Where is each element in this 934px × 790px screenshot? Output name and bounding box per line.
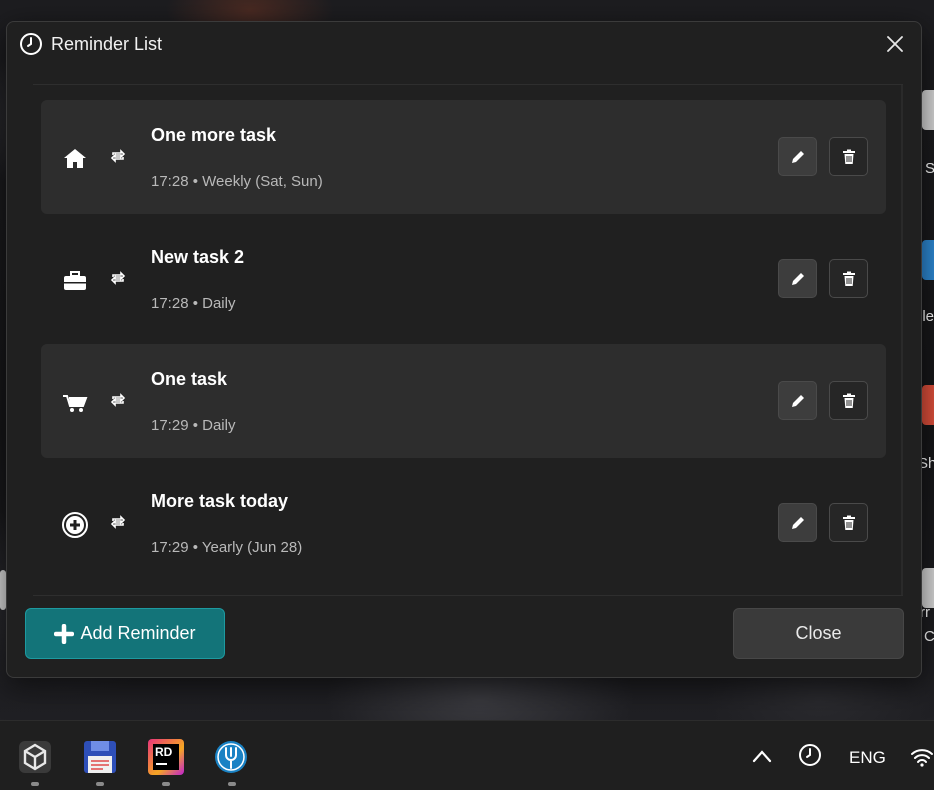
reminder-item[interactable]: More task today 17:29 • Yearly (Jun 28) (41, 466, 886, 580)
dialog-titlebar: Reminder List (7, 22, 921, 66)
clock-tray-icon[interactable] (798, 743, 822, 767)
delete-button[interactable] (829, 137, 868, 176)
reminder-schedule: 17:29 • Daily (151, 417, 236, 434)
dialog-title: Reminder List (51, 34, 163, 54)
edit-button[interactable] (778, 259, 817, 298)
home-icon (64, 149, 86, 168)
clock-icon (20, 33, 42, 55)
desktop-app-icon[interactable] (922, 568, 934, 608)
delete-button[interactable] (829, 381, 868, 420)
desktop-app-icon[interactable] (922, 240, 934, 280)
delete-button[interactable] (829, 503, 868, 542)
app-running-indicator (228, 782, 236, 786)
reminder-schedule: 17:28 • Daily (151, 295, 236, 312)
rider-icon[interactable]: RD (148, 739, 184, 775)
reminder-item[interactable]: One task 17:29 • Daily (41, 344, 886, 458)
pencil-icon (791, 150, 804, 163)
close-button[interactable]: Close (733, 608, 904, 659)
close-button-label: Close (795, 623, 842, 643)
scrollbar[interactable] (901, 85, 903, 595)
chevron-up-icon[interactable] (752, 749, 772, 763)
reminder-schedule: 17:28 • Weekly (Sat, Sun) (151, 173, 323, 190)
pencil-icon (791, 516, 804, 529)
reminder-list-dialog: Reminder List One more task 17:28 • Week… (6, 21, 922, 678)
unity-icon[interactable] (17, 739, 53, 775)
briefcase-icon (64, 271, 86, 290)
edit-button[interactable] (778, 381, 817, 420)
plus-icon (54, 623, 75, 644)
desktop-icon-label: S (925, 160, 934, 177)
pencil-icon (791, 272, 804, 285)
reminder-title: One more task (151, 125, 277, 145)
desktop-icon-label: C (924, 628, 934, 645)
reminder-title: One task (151, 369, 228, 389)
desktop-app-icon[interactable] (922, 90, 934, 130)
reminder-title: More task today (151, 491, 289, 511)
trash-icon (842, 271, 855, 286)
save-icon[interactable] (82, 739, 118, 775)
repeat-icon (110, 393, 126, 407)
wifi-icon[interactable] (910, 747, 934, 767)
edit-button[interactable] (778, 503, 817, 542)
fork-icon[interactable] (213, 739, 249, 775)
reminder-item[interactable]: New task 2 17:28 • Daily (41, 222, 886, 336)
plus-circle-icon (62, 512, 88, 538)
edit-button[interactable] (778, 137, 817, 176)
trash-icon (842, 393, 855, 408)
reminder-schedule: 17:29 • Yearly (Jun 28) (151, 539, 303, 556)
repeat-icon (110, 515, 126, 529)
repeat-icon (110, 149, 126, 163)
reminder-list[interactable]: One more task 17:28 • Weekly (Sat, Sun) (33, 84, 903, 596)
app-running-indicator (96, 782, 104, 786)
trash-icon (842, 515, 855, 530)
reminder-title: New task 2 (151, 247, 245, 267)
reminder-item[interactable]: One more task 17:28 • Weekly (Sat, Sun) (41, 100, 886, 214)
close-icon[interactable] (885, 34, 905, 54)
cart-icon (63, 395, 88, 412)
add-reminder-button[interactable]: Add Reminder (25, 608, 225, 659)
pencil-icon (791, 394, 804, 407)
language-indicator[interactable]: ENG (849, 748, 886, 768)
desktop-app-icon[interactable] (922, 385, 934, 425)
app-running-indicator (31, 782, 39, 786)
add-reminder-label: Add Reminder (80, 623, 196, 643)
rider-badge: RD (155, 745, 173, 759)
repeat-icon (110, 271, 126, 285)
delete-button[interactable] (829, 259, 868, 298)
app-running-indicator (162, 782, 170, 786)
taskbar: RD ENG (0, 720, 934, 790)
trash-icon (842, 149, 855, 164)
